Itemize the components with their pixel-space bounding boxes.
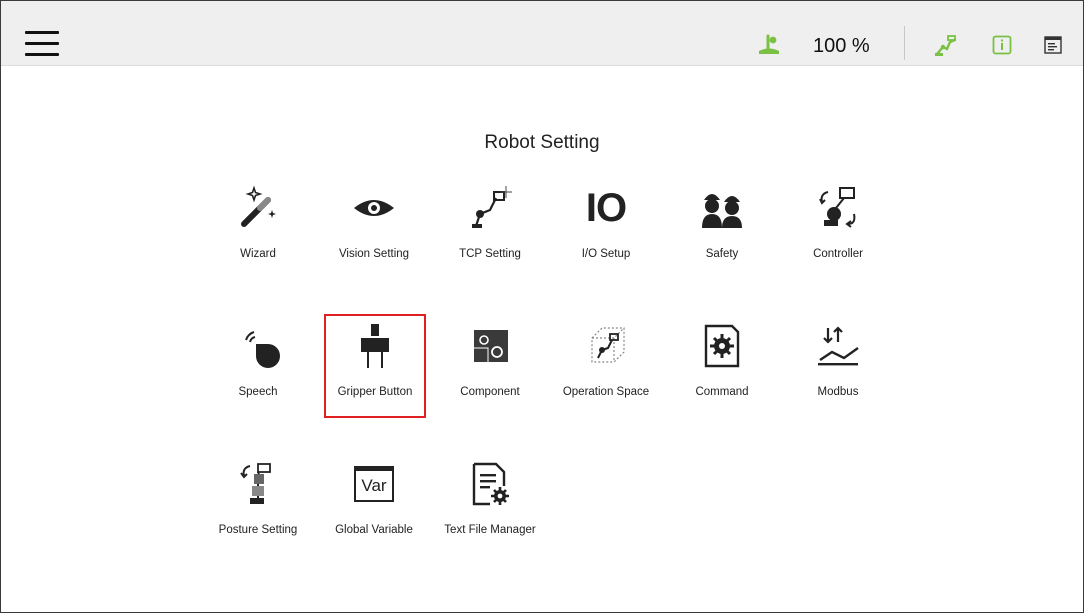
posture-setting-button[interactable]: Posture Setting xyxy=(206,460,310,552)
command-icon xyxy=(704,324,740,368)
tile-label: Text File Manager xyxy=(444,524,536,536)
text-file-manager-button[interactable]: Text File Manager xyxy=(438,460,542,552)
operation-space-button[interactable]: Operation Space xyxy=(554,322,658,414)
tile-label: Vision Setting xyxy=(338,248,410,260)
controller-icon xyxy=(819,187,856,228)
safety-button[interactable]: Safety xyxy=(670,184,774,276)
speech-button[interactable]: Speech xyxy=(206,322,310,414)
io-icon: IO xyxy=(585,185,627,230)
tile-label: Speech xyxy=(238,386,278,398)
tile-label: Gripper Button xyxy=(337,386,413,398)
variable-icon: Var xyxy=(354,466,394,502)
command-button[interactable]: Command xyxy=(670,322,774,414)
menu-icon[interactable] xyxy=(25,31,59,59)
tile-label: Global Variable xyxy=(335,524,413,536)
operation-space-icon xyxy=(591,327,625,363)
safety-icon xyxy=(702,194,742,228)
log-icon[interactable] xyxy=(1044,36,1062,54)
modbus-button[interactable]: Modbus xyxy=(786,322,890,414)
component-icon xyxy=(474,330,508,362)
app-frame xyxy=(0,0,1084,613)
tcp-icon xyxy=(472,186,512,228)
tile-label: TCP Setting xyxy=(459,248,521,260)
divider xyxy=(904,26,905,60)
tile-label: I/O Setup xyxy=(581,248,631,260)
tile-label: Controller xyxy=(813,248,863,260)
eye-icon xyxy=(354,200,394,216)
tile-label: Posture Setting xyxy=(218,524,298,536)
tile-label: Safety xyxy=(705,248,739,260)
controller-button[interactable]: Controller xyxy=(786,184,890,276)
top-bar: 100 % xyxy=(1,1,1083,66)
speech-icon xyxy=(245,331,280,368)
wizard-button[interactable]: Wizard xyxy=(206,184,310,276)
posture-icon xyxy=(240,463,271,504)
vision-setting-button[interactable]: Vision Setting xyxy=(322,184,426,276)
tcp-setting-button[interactable]: TCP Setting xyxy=(438,184,542,276)
gripper-icon xyxy=(361,324,389,368)
robot-arm-icon[interactable] xyxy=(933,34,959,58)
speed-value: 100 % xyxy=(813,35,870,57)
page-title: Robot Setting xyxy=(484,132,600,153)
tile-label: Component xyxy=(460,386,520,398)
component-button[interactable]: Component xyxy=(438,322,542,414)
info-icon[interactable] xyxy=(992,35,1012,55)
tile-label: Wizard xyxy=(240,248,276,260)
modbus-icon xyxy=(818,326,859,366)
tile-label: Command xyxy=(695,386,749,398)
tile-label: Operation Space xyxy=(562,386,650,398)
tile-label: Modbus xyxy=(817,386,859,398)
global-variable-button[interactable]: Var Global Variable xyxy=(322,460,426,552)
robot-status-icon[interactable] xyxy=(757,34,781,56)
text-file-icon xyxy=(472,462,509,506)
variable-icon-label: Var xyxy=(361,475,387,495)
io-setup-button[interactable]: IO I/O Setup xyxy=(554,184,658,276)
wand-icon xyxy=(241,185,276,227)
gripper-button[interactable]: Gripper Button xyxy=(323,322,427,414)
